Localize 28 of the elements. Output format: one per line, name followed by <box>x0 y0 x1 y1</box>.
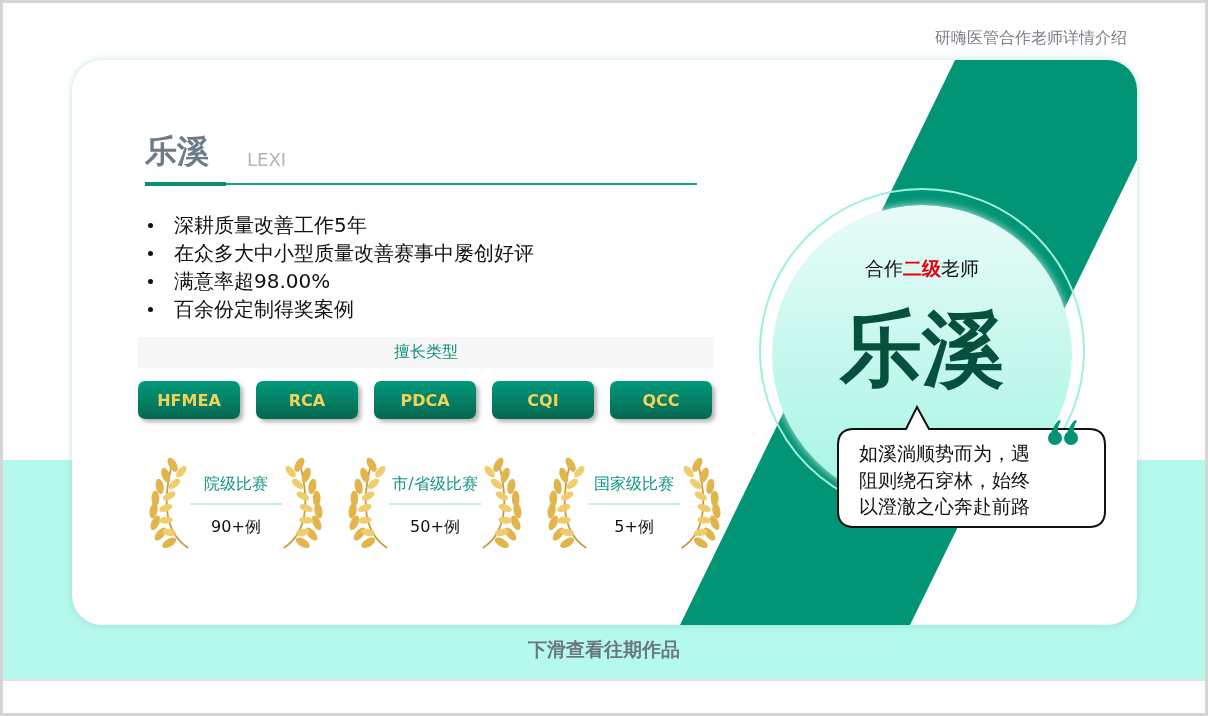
teacher-name: 乐溪 <box>145 131 209 172</box>
bullet-text: 深耕质量改善工作5年 <box>174 211 367 239</box>
quote-text: 如溪淌顺势而为，遇阻则绕石穿林，始终以澄澈之心奔赴前路 <box>859 441 1031 520</box>
award-count: 50+例 <box>410 516 460 538</box>
quote-icon <box>1046 420 1080 446</box>
award-title: 国家级比赛 <box>594 473 674 495</box>
bullet-icon <box>148 306 153 312</box>
bullet-text: 在众多大中小型质量改善赛事中屡创好评 <box>174 239 534 267</box>
bullet-icon <box>148 222 153 228</box>
skills-heading: 擅长类型 <box>138 337 714 368</box>
bullet-icon <box>148 250 153 256</box>
rank-label: 合作二级老师 <box>864 256 980 281</box>
scroll-hint: 下滑查看往期作品 <box>528 637 680 662</box>
skill-button[interactable]: QCC <box>610 381 712 419</box>
skill-button[interactable]: CQI <box>492 381 594 419</box>
award-count: 5+例 <box>614 516 654 538</box>
skill-button[interactable]: RCA <box>256 381 358 419</box>
award-title: 市/省级比赛 <box>392 473 478 495</box>
bullet-text: 百余份定制得奖案例 <box>174 295 354 323</box>
bullet-text: 满意率超98.00% <box>174 267 331 295</box>
award-count: 90+例 <box>211 516 261 538</box>
teacher-name-english: LEXI <box>247 149 287 172</box>
bullet-icon <box>148 278 153 284</box>
skill-button[interactable]: PDCA <box>374 381 476 419</box>
teacher-name-large: 乐溪 <box>838 300 1005 398</box>
page-title: 研嗨医管合作老师详情介绍 <box>935 28 1127 49</box>
skill-button[interactable]: HFMEA <box>138 381 240 419</box>
award-title: 院级比赛 <box>204 473 268 495</box>
